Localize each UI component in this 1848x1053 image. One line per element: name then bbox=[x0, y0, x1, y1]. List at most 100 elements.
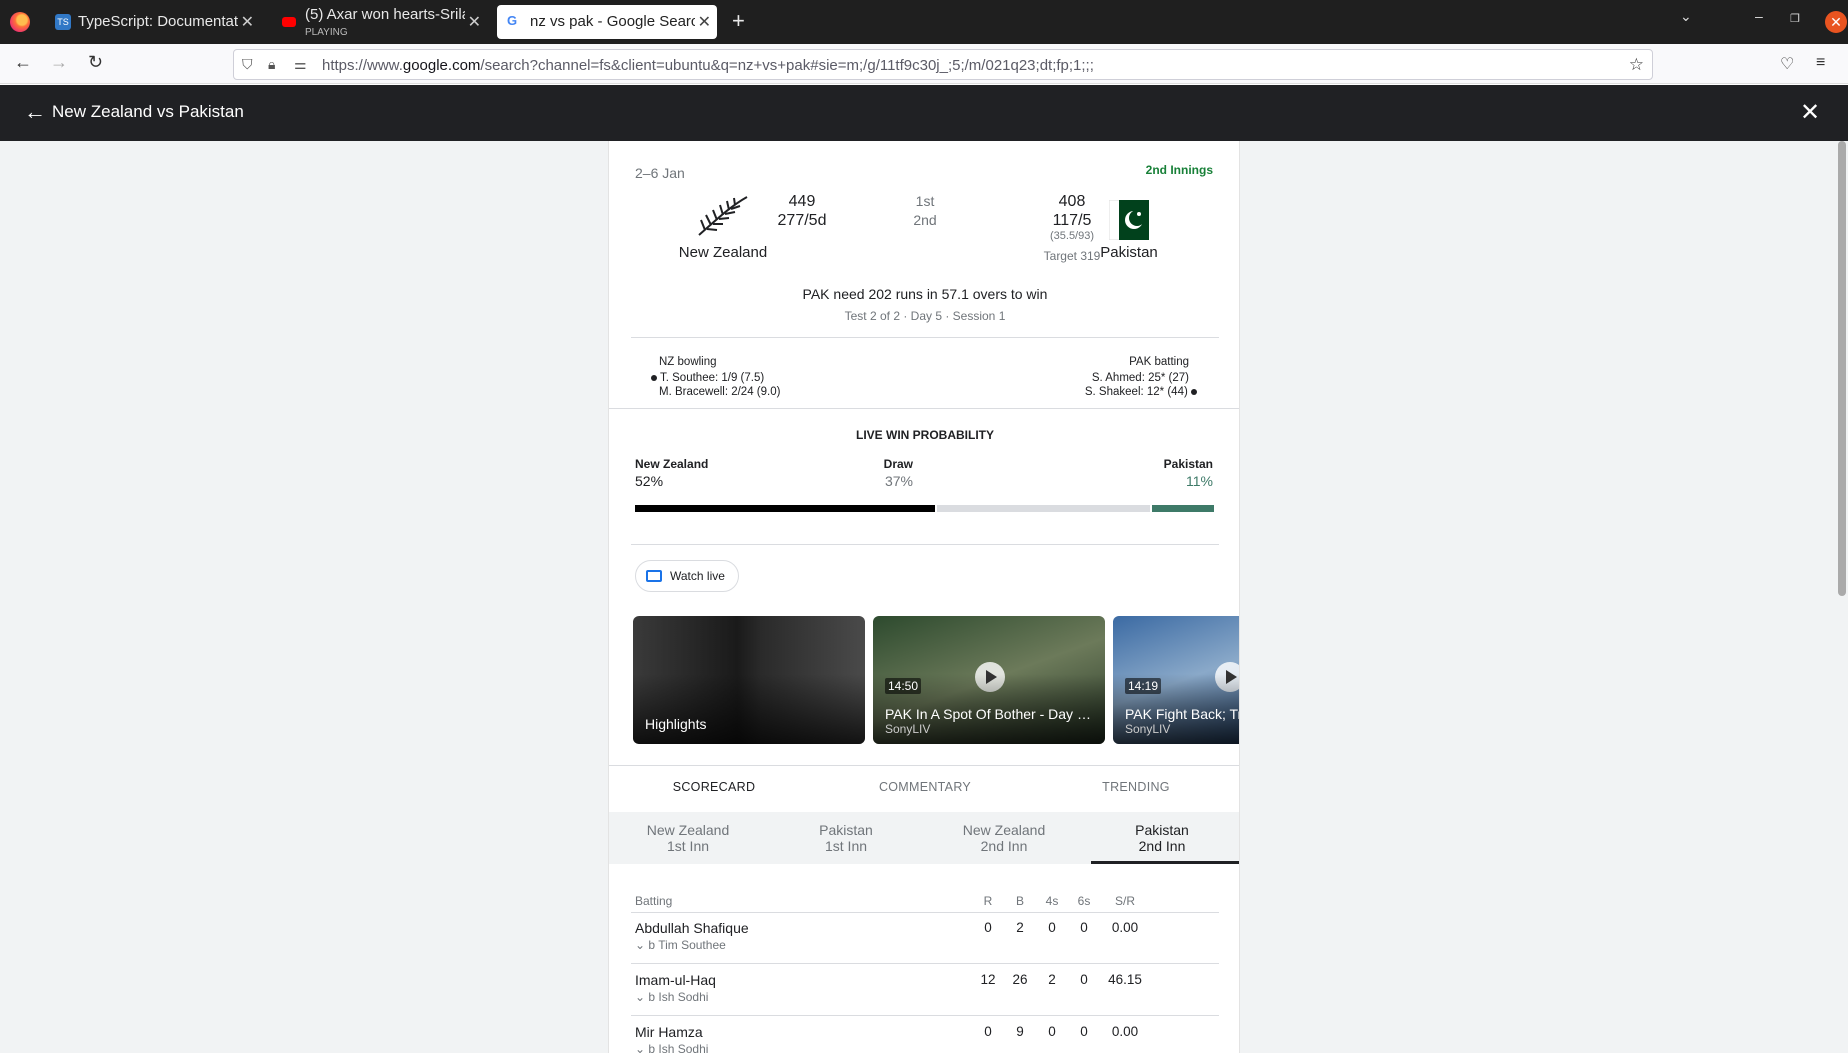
innings-2nd-label: 2nd bbox=[913, 212, 937, 228]
dismissal-toggle[interactable]: ⌄ b Ish Sodhi bbox=[635, 1042, 708, 1053]
prob-draw-value: 37% bbox=[884, 473, 913, 489]
window-close-icon[interactable]: ✕ bbox=[1825, 11, 1847, 33]
video-card-2[interactable]: 14:50 PAK In A Spot Of Bother - Day … So… bbox=[873, 616, 1105, 744]
team2-name[interactable]: Pakistan bbox=[1059, 244, 1199, 261]
tab-close-icon[interactable]: ✕ bbox=[468, 12, 481, 32]
team2-overs: (35.5/93) bbox=[1049, 230, 1095, 242]
live-tv-icon bbox=[646, 570, 662, 582]
bowling-title: NZ bowling bbox=[659, 356, 717, 368]
innings-tab-pak-1st[interactable]: Pakistan 1st Inn bbox=[767, 822, 925, 854]
browser-tab-google[interactable]: G nz vs pak - Google Search ✕ bbox=[497, 5, 717, 39]
innings-tab-pak-2nd[interactable]: Pakistan 2nd Inn bbox=[1083, 822, 1239, 854]
team1-score-2nd: 277/5d bbox=[777, 212, 827, 229]
firefox-menu-icon[interactable] bbox=[10, 12, 30, 32]
app-menu-icon[interactable]: ≡ bbox=[1816, 54, 1825, 72]
divider bbox=[609, 408, 1239, 409]
back-icon[interactable]: ← bbox=[14, 52, 32, 73]
tab-commentary[interactable]: COMMENTARY bbox=[820, 780, 1030, 794]
batter-name[interactable]: Imam-ul-Haq bbox=[635, 972, 716, 988]
cell-b: 2 bbox=[1016, 920, 1024, 935]
cell-sr: 46.15 bbox=[1108, 972, 1142, 987]
batter-name[interactable]: Abdullah Shafique bbox=[635, 920, 749, 936]
cell-4s: 2 bbox=[1048, 972, 1056, 987]
close-icon[interactable]: ✕ bbox=[1800, 98, 1820, 127]
pakistan-flag-icon bbox=[1109, 200, 1149, 240]
chevron-down-icon: ⌄ bbox=[635, 990, 646, 1004]
match-card: 2–6 Jan 2nd Innings New Zealand 449 277/… bbox=[608, 141, 1240, 1053]
match-session: Test 2 of 2 · Day 5 · Session 1 bbox=[844, 309, 1006, 323]
bowler-row: T. Southee: 1/9 (7.5) bbox=[651, 371, 764, 385]
back-arrow-icon[interactable]: ← bbox=[24, 99, 46, 125]
restore-icon[interactable]: ❐ bbox=[1790, 12, 1800, 25]
innings-badge: 2nd Innings bbox=[1145, 163, 1213, 177]
tab-scorecard[interactable]: SCORECARD bbox=[609, 780, 819, 794]
video-title: PAK Fight Back; Tr bbox=[1125, 706, 1240, 722]
watch-live-button[interactable]: Watch live bbox=[635, 560, 739, 592]
browser-tab-typescript[interactable]: TS TypeScript: Documentati ✕ bbox=[45, 5, 260, 39]
minimize-icon[interactable]: – bbox=[1755, 8, 1763, 24]
shield-icon[interactable]: ⛉ bbox=[242, 56, 253, 73]
new-tab-icon[interactable]: + bbox=[732, 10, 745, 32]
video-title: Highlights bbox=[645, 716, 707, 732]
cell-6s: 0 bbox=[1080, 972, 1088, 987]
navigation-bar: ← → ↻ ⛉ 🔒︎ ⚌ https://www.google.com/sear… bbox=[0, 44, 1848, 84]
divider bbox=[631, 963, 1219, 964]
reload-icon[interactable]: ↻ bbox=[88, 52, 103, 73]
batter-row: S. Shakeel: 12* (44) bbox=[1085, 385, 1197, 399]
team2-score-2nd: 117/5 bbox=[1052, 212, 1092, 229]
header-r: R bbox=[983, 894, 993, 908]
chevron-down-icon: ⌄ bbox=[635, 938, 646, 952]
active-tab-underline bbox=[1091, 861, 1239, 864]
divider bbox=[609, 765, 1239, 766]
innings-tab-nz-1st[interactable]: New Zealand 1st Inn bbox=[609, 822, 767, 854]
chevron-down-icon: ⌄ bbox=[635, 1042, 646, 1053]
tab-close-icon[interactable]: ✕ bbox=[241, 12, 254, 32]
team1-name[interactable]: New Zealand bbox=[653, 244, 793, 261]
win-probability-title: LIVE WIN PROBABILITY bbox=[856, 428, 994, 442]
silver-fern-icon bbox=[698, 196, 748, 236]
cell-6s: 0 bbox=[1080, 1024, 1088, 1039]
prob-nz-value: 52% bbox=[635, 473, 664, 489]
current-bowler-dot-icon bbox=[651, 374, 657, 381]
innings-tab-nz-2nd[interactable]: New Zealand 2nd Inn bbox=[925, 822, 1083, 854]
dismissal-toggle[interactable]: ⌄ b Tim Southee bbox=[635, 938, 726, 952]
cell-r: 0 bbox=[984, 920, 992, 935]
youtube-favicon-icon bbox=[282, 17, 296, 27]
on-strike-dot-icon bbox=[1191, 388, 1197, 395]
list-tabs-icon[interactable]: ⌄ bbox=[1680, 8, 1692, 25]
header-4s: 4s bbox=[1045, 894, 1059, 908]
header-sr: S/R bbox=[1114, 894, 1135, 908]
batting-title: PAK batting bbox=[1129, 356, 1189, 368]
dismissal-toggle[interactable]: ⌄ b Ish Sodhi bbox=[635, 990, 708, 1004]
url-bar[interactable]: ⛉ 🔒︎ ⚌ https://www.google.com/search?cha… bbox=[233, 49, 1653, 80]
divider bbox=[631, 544, 1219, 545]
tab-trending[interactable]: TRENDING bbox=[1031, 780, 1239, 794]
video-duration: 14:50 bbox=[885, 678, 922, 694]
video-overlay bbox=[633, 674, 865, 744]
permissions-icon[interactable]: ⚌ bbox=[294, 56, 307, 73]
video-card-3[interactable]: 14:19 PAK Fight Back; Tr SonyLIV bbox=[1113, 616, 1240, 744]
video-duration: 14:19 bbox=[1125, 678, 1162, 694]
page-title: New Zealand vs Pakistan bbox=[52, 102, 244, 121]
cell-b: 26 bbox=[1012, 972, 1028, 987]
bookmark-star-icon[interactable]: ☆ bbox=[1629, 55, 1644, 75]
tab-close-icon[interactable]: ✕ bbox=[698, 12, 711, 32]
forward-icon[interactable]: → bbox=[50, 52, 68, 73]
prob-pak-label: Pakistan bbox=[1163, 457, 1213, 471]
pocket-icon[interactable]: ♡ bbox=[1780, 54, 1794, 74]
browser-tab-youtube[interactable]: (5) Axar won hearts-Srilar PLAYING ✕ bbox=[272, 5, 487, 39]
url-text[interactable]: https://www.google.com/search?channel=fs… bbox=[322, 57, 1094, 74]
match-date: 2–6 Jan bbox=[635, 165, 685, 181]
divider bbox=[631, 337, 1219, 338]
match-status: PAK need 202 runs in 57.1 overs to win bbox=[802, 286, 1048, 302]
lock-icon[interactable]: 🔒︎ bbox=[268, 56, 275, 73]
batter-name[interactable]: Mir Hamza bbox=[635, 1024, 703, 1040]
divider bbox=[631, 912, 1219, 913]
cell-sr: 0.00 bbox=[1111, 1024, 1139, 1039]
google-favicon-icon: G bbox=[507, 13, 518, 28]
cell-4s: 0 bbox=[1048, 1024, 1056, 1039]
video-title: PAK In A Spot Of Bother - Day … bbox=[885, 706, 1091, 722]
video-card-highlights[interactable]: Highlights bbox=[633, 616, 865, 744]
page-scrollbar[interactable] bbox=[1838, 141, 1846, 596]
team2-score-1st: 408 bbox=[1058, 193, 1086, 210]
